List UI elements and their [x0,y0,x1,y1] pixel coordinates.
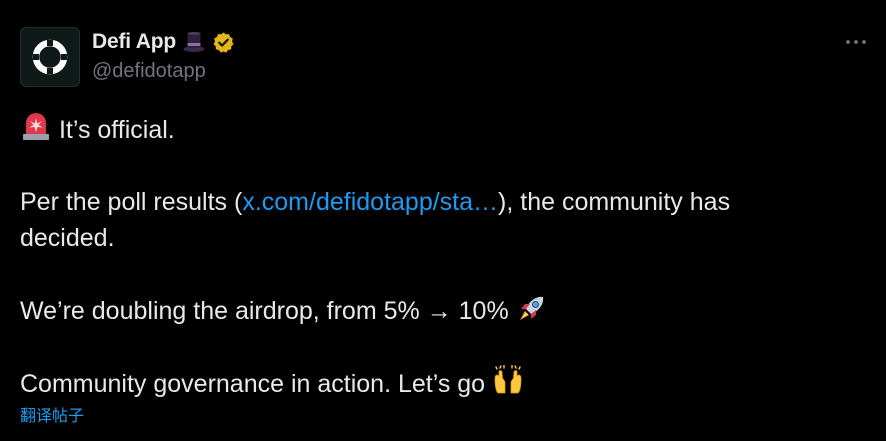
translate-post-link[interactable]: 翻译帖子 [20,402,84,426]
author-display-name: Defi App [92,30,176,53]
post-line-4-text: We’re doubling the airdrop, from 5% → 10… [20,297,516,325]
top-hat-icon [183,31,205,52]
post-line-2: Per the poll results (x.com/defidotapp/s… [20,184,870,220]
post-text: It’s official. Per the poll results (x.c… [20,111,870,402]
poll-results-link[interactable]: x.com/defidotapp/sta… [242,188,498,216]
raising-hands-icon [494,365,522,394]
police-light-icon [23,113,49,140]
author-handle[interactable]: @defidotapp [92,60,206,83]
post-line-5-text: Community governance in action. Let’s go [20,370,493,398]
post-line-1: It’s official. [20,111,870,148]
gold-verified-badge-icon [213,31,234,53]
defi-app-logo-icon [32,39,68,75]
post-line-4: We’re doubling the airdrop, from 5% → 10… [20,292,870,329]
more-horizontal-icon [846,40,866,44]
post-line-2-before: Per the poll results ( [20,188,243,216]
rocket-icon [519,296,543,320]
post-line-2-after: ), the community has [498,188,731,216]
author-name-row[interactable]: Defi App [92,29,235,55]
post-line-5: Community governance in action. Let’s go [20,365,870,402]
tweet: Defi App @defidotapp It’s official. Per … [0,0,886,441]
more-options-button[interactable] [840,33,872,51]
post-line-3: decided. [20,224,115,252]
post-line-1-text: It’s official. [52,116,175,144]
author-avatar[interactable] [20,27,80,87]
